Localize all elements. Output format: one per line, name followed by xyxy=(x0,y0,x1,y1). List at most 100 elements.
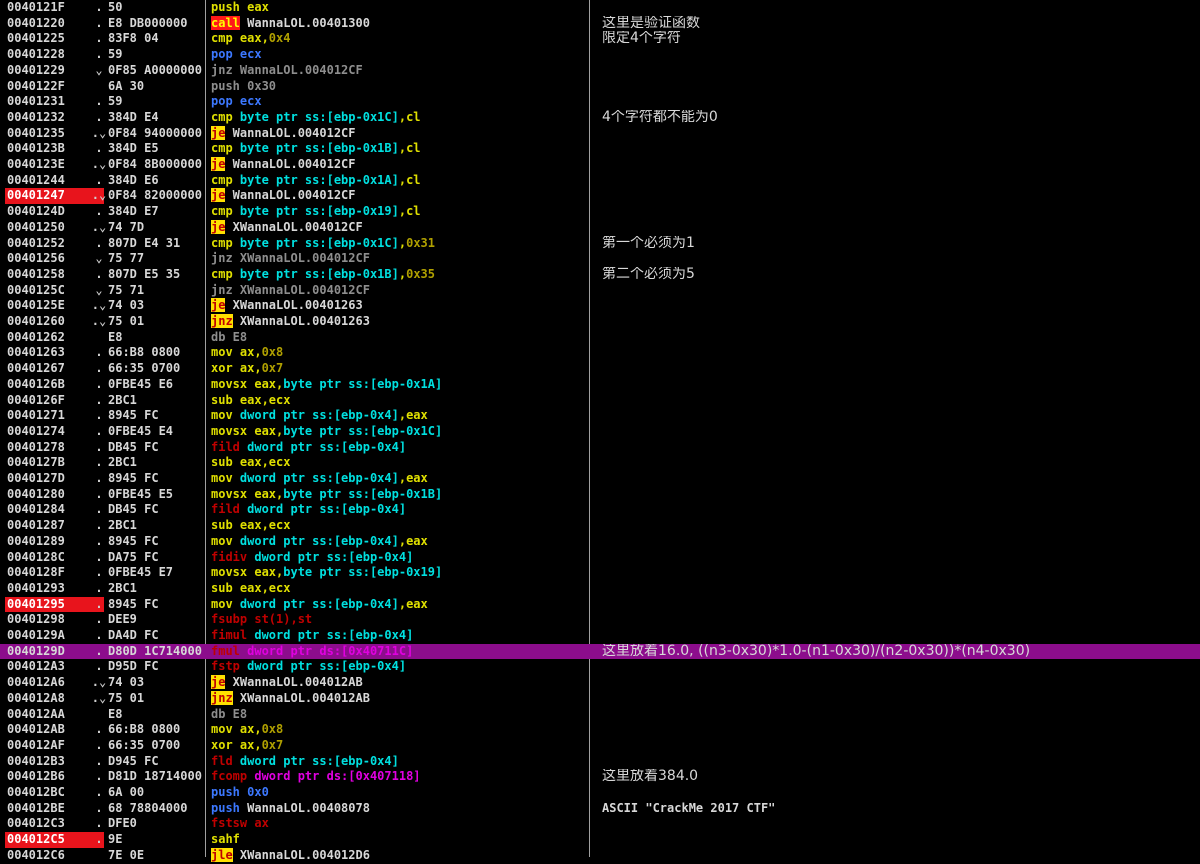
disasm-row[interactable]: 00401293. 2BC1 sub eax,ecx xyxy=(0,581,1200,597)
instruction-cell[interactable]: je WannaLOL.004012CF xyxy=(211,125,585,142)
hex-dump-cell[interactable]: 75 01 xyxy=(108,691,206,707)
hex-dump-cell[interactable]: 0F84 82000000 xyxy=(108,188,206,204)
hex-dump-cell[interactable]: 83F8 04 xyxy=(108,31,206,47)
instruction-cell[interactable]: movsx eax,byte ptr ss:[ebp-0x19] xyxy=(211,565,585,581)
instruction-cell[interactable]: cmp byte ptr ss:[ebp-0x19],cl xyxy=(211,204,585,220)
disasm-row[interactable]: 00401228. 59 pop ecx xyxy=(0,47,1200,63)
instruction-cell[interactable]: fcomp dword ptr ds:[0x407118] xyxy=(211,769,585,785)
instruction-cell[interactable]: fidiv dword ptr ss:[ebp-0x4] xyxy=(211,550,585,566)
hex-dump-cell[interactable]: 59 xyxy=(108,47,206,63)
hex-dump-cell[interactable]: 74 03 xyxy=(108,298,206,314)
hex-dump-cell[interactable]: 384D E6 xyxy=(108,173,206,189)
hex-dump-cell[interactable]: 0FBE45 E4 xyxy=(108,424,206,440)
disasm-row[interactable]: 00401252. 807D E4 31 cmp byte ptr ss:[ebp-… xyxy=(0,236,1200,252)
disasm-row[interactable]: 004012AF. 66:35 0700 xor ax,0x7 xyxy=(0,738,1200,754)
disasm-row[interactable]: 004012C6 7E 0E jle XWannaLOL.004012D6 xyxy=(0,847,1200,864)
instruction-cell[interactable]: sahf xyxy=(211,832,585,848)
hex-dump-cell[interactable]: 8945 FC xyxy=(108,534,206,550)
disasm-row[interactable]: 004012A8 .⌄ 75 01 jnz XWannaLOL.004012AB xyxy=(0,690,1200,707)
disasm-row[interactable]: 00401274. 0FBE45 E4 movsx eax,byte ptr ss:… xyxy=(0,424,1200,440)
disasm-row[interactable]: 004012C5. 9E sahf xyxy=(0,832,1200,848)
disasm-row[interactable]: 00401289. 8945 FC mov dword ptr ss:[ebp-0x… xyxy=(0,534,1200,550)
disasm-row[interactable]: 0040123B. 384D E5 cmp byte ptr ss:[ebp-0x1… xyxy=(0,141,1200,157)
hex-dump-cell[interactable]: 384D E7 xyxy=(108,204,206,220)
hex-dump-cell[interactable]: 8945 FC xyxy=(108,597,206,613)
comment-cell[interactable]: 第一个必须为1 xyxy=(602,236,1200,252)
instruction-cell[interactable]: push 0x30 xyxy=(211,79,585,95)
hex-dump-cell[interactable]: 6A 30 xyxy=(108,79,206,95)
disasm-row[interactable]: 0040124D. 384D E7 cmp byte ptr ss:[ebp-0x1… xyxy=(0,204,1200,220)
hex-dump-cell[interactable]: D95D FC xyxy=(108,659,206,675)
disasm-row[interactable]: 004012C3. DFE0 fstsw ax xyxy=(0,816,1200,832)
hex-dump-cell[interactable]: 66:35 0700 xyxy=(108,738,206,754)
hex-dump-cell[interactable]: 0F84 8B000000 xyxy=(108,157,206,173)
disasm-row[interactable]: 0040128F. 0FBE45 E7 movsx eax,byte ptr ss:… xyxy=(0,565,1200,581)
disasm-row[interactable]: 00401247 .⌄ 0F84 82000000 je WannaLOL.00401… xyxy=(0,188,1200,205)
hex-dump-cell[interactable]: 66:35 0700 xyxy=(108,361,206,377)
hex-dump-cell[interactable]: 7E 0E xyxy=(108,848,206,864)
instruction-cell[interactable]: mov dword ptr ss:[ebp-0x4],eax xyxy=(211,408,585,424)
instruction-cell[interactable]: cmp byte ptr ss:[ebp-0x1C],cl xyxy=(211,110,585,126)
disasm-row[interactable]: 00401287. 2BC1 sub eax,ecx xyxy=(0,518,1200,534)
disasm-row[interactable]: 0040126F. 2BC1 sub eax,ecx xyxy=(0,393,1200,409)
disasm-row[interactable]: 00401225. 83F8 04 cmp eax,0x4 限定4个字符 xyxy=(0,31,1200,47)
disasm-row[interactable]: 004012A3. D95D FC fstp dword ptr ss:[ebp-0… xyxy=(0,659,1200,675)
hex-dump-cell[interactable]: 807D E5 35 xyxy=(108,267,206,283)
disasm-row[interactable]: 00401235 .⌄ 0F84 94000000 je WannaLOL.00401… xyxy=(0,125,1200,142)
disasm-row[interactable]: 00401232. 384D E4 cmp byte ptr ss:[ebp-0x1… xyxy=(0,110,1200,126)
comment-cell[interactable]: 第二个必须为5 xyxy=(602,267,1200,283)
disasm-row[interactable]: 00401256 ⌄ 75 77 jnz XWannaLOL.004012CF xyxy=(0,251,1200,267)
instruction-cell[interactable]: xor ax,0x7 xyxy=(211,738,585,754)
disasm-row[interactable]: 00401278. DB45 FC fild dword ptr ss:[ebp-0… xyxy=(0,440,1200,456)
hex-dump-cell[interactable]: D80D 1C714000 xyxy=(108,644,206,660)
instruction-cell[interactable]: jnz XWannaLOL.004012CF xyxy=(211,251,585,267)
disasm-row[interactable]: 004012BC. 6A 00 push 0x0 xyxy=(0,785,1200,801)
disasm-row[interactable]: 00401280. 0FBE45 E5 movsx eax,byte ptr ss:… xyxy=(0,487,1200,503)
disasm-row[interactable]: 00401258. 807D E5 35 cmp byte ptr ss:[ebp-… xyxy=(0,267,1200,283)
disasm-row[interactable]: 004012B6. D81D 18714000 fcomp dword ptr ds… xyxy=(0,769,1200,785)
instruction-cell[interactable]: cmp eax,0x4 xyxy=(211,31,585,47)
comment-cell[interactable]: ASCII "CrackMe 2017 CTF" xyxy=(602,801,1200,817)
instruction-cell[interactable]: jnz XWannaLOL.004012AB xyxy=(211,690,585,707)
instruction-cell[interactable]: je WannaLOL.004012CF xyxy=(211,157,585,173)
hex-dump-cell[interactable]: 75 01 xyxy=(108,314,206,330)
hex-dump-cell[interactable]: 6A 00 xyxy=(108,785,206,801)
instruction-cell[interactable]: sub eax,ecx xyxy=(211,455,585,471)
address-cell[interactable]: 004012AA xyxy=(5,707,104,723)
address-cell[interactable]: 00401262 xyxy=(5,330,104,346)
hex-dump-cell[interactable]: DB45 FC xyxy=(108,440,206,456)
instruction-cell[interactable]: cmp byte ptr ss:[ebp-0x1B],cl xyxy=(211,141,585,157)
disasm-row[interactable]: 0040125E .⌄ 74 03 je XWannaLOL.00401263 xyxy=(0,298,1200,314)
instruction-cell[interactable]: sub eax,ecx xyxy=(211,518,585,534)
hex-dump-cell[interactable]: E8 xyxy=(108,330,206,346)
disasm-row[interactable]: 004012A6 .⌄ 74 03 je XWannaLOL.004012AB xyxy=(0,675,1200,691)
disasm-row[interactable]: 0040128C. DA75 FC fidiv dword ptr ss:[ebp-… xyxy=(0,550,1200,566)
instruction-cell[interactable]: mov dword ptr ss:[ebp-0x4],eax xyxy=(211,597,585,613)
instruction-cell[interactable]: fmul dword ptr ds:[0x40711C] xyxy=(211,644,585,660)
disasm-row[interactable]: 0040126B. 0FBE45 E6 movsx eax,byte ptr ss:… xyxy=(0,377,1200,393)
hex-dump-cell[interactable]: 66:B8 0800 xyxy=(108,345,206,361)
hex-dump-cell[interactable]: 2BC1 xyxy=(108,518,206,534)
hex-dump-cell[interactable]: D81D 18714000 xyxy=(108,769,206,785)
instruction-cell[interactable]: mov ax,0x8 xyxy=(211,722,585,738)
disasm-row[interactable]: 004012AA E8 db E8 xyxy=(0,707,1200,723)
hex-dump-cell[interactable]: 0F84 94000000 xyxy=(108,126,206,142)
instruction-cell[interactable]: movsx eax,byte ptr ss:[ebp-0x1A] xyxy=(211,377,585,393)
hex-dump-cell[interactable]: 0F85 A0000000 xyxy=(108,63,206,79)
hex-dump-cell[interactable]: 74 03 xyxy=(108,675,206,691)
hex-dump-cell[interactable]: 59 xyxy=(108,94,206,110)
instruction-cell[interactable]: je XWannaLOL.004012CF xyxy=(211,219,585,236)
hex-dump-cell[interactable]: 75 71 xyxy=(108,283,206,299)
instruction-cell[interactable]: fild dword ptr ss:[ebp-0x4] xyxy=(211,440,585,456)
disasm-row[interactable]: 0040129A. DA4D FC fimul dword ptr ss:[ebp-… xyxy=(0,628,1200,644)
hex-dump-cell[interactable]: 807D E4 31 xyxy=(108,236,206,252)
hex-dump-cell[interactable]: 74 7D xyxy=(108,220,206,236)
instruction-cell[interactable]: cmp byte ptr ss:[ebp-0x1A],cl xyxy=(211,173,585,189)
address-cell[interactable]: 0040122F xyxy=(5,79,104,95)
hex-dump-cell[interactable]: E8 xyxy=(108,707,206,723)
hex-dump-cell[interactable]: 8945 FC xyxy=(108,471,206,487)
disasm-row[interactable]: 00401267. 66:35 0700 xor ax,0x7 xyxy=(0,361,1200,377)
instruction-cell[interactable]: fimul dword ptr ss:[ebp-0x4] xyxy=(211,628,585,644)
disasm-row[interactable]: 00401220. E8 DB000000 call WannaLOL.004013… xyxy=(0,15,1200,32)
comment-cell[interactable]: 限定4个字符 xyxy=(602,31,1200,47)
